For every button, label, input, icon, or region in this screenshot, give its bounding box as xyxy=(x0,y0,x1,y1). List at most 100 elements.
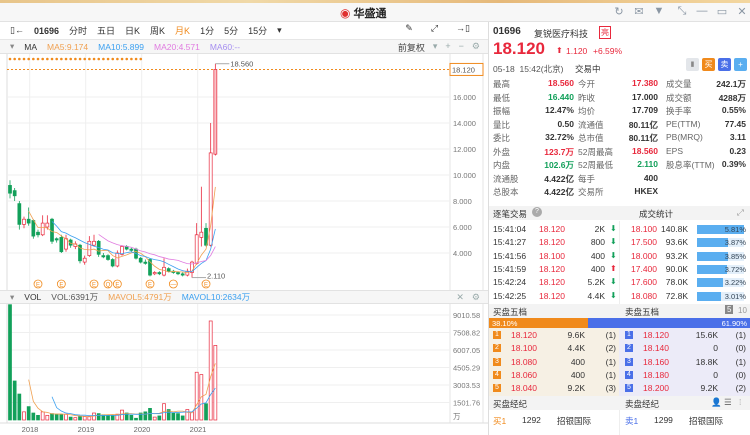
person-icon[interactable]: 👤 xyxy=(711,397,722,408)
volume-axis-label: 7508.82 xyxy=(453,329,480,338)
help-icon[interactable]: ? xyxy=(532,207,542,217)
dropdown-icon[interactable]: ▾ xyxy=(10,41,14,52)
kline-chart[interactable]: 16.000 14.000 12.000 10.000 8.000 6.000 4.000 2… xyxy=(0,0,488,435)
tab-period[interactable]: 周K xyxy=(150,24,165,37)
grid-view-icon[interactable]: ⁞ xyxy=(739,397,741,407)
gear-icon[interactable]: ⚙ xyxy=(472,292,480,303)
stat-label: 均价 xyxy=(578,106,596,116)
fullscreen-icon[interactable]: ⤢ xyxy=(431,23,438,34)
event-glyph: E xyxy=(204,283,208,289)
candle-body xyxy=(106,255,110,260)
dividend-marker xyxy=(78,57,82,61)
dropdown-icon[interactable]: ▾ xyxy=(10,292,14,303)
buy-book-title: 买盘五档 xyxy=(493,307,528,317)
add-watchlist-button[interactable]: + xyxy=(734,58,747,71)
event-glyph: E xyxy=(148,283,152,289)
tab-trade-stats[interactable]: 成交统计 xyxy=(639,208,673,220)
vol-tools: ✕ ⚙ xyxy=(456,292,480,303)
minus-icon[interactable]: − xyxy=(459,41,464,54)
buy-volume: 9.2K xyxy=(567,383,586,394)
stat-label: 总市值 xyxy=(578,133,604,143)
expand-panel-icon[interactable]: →▯ xyxy=(456,23,470,34)
volume-bar xyxy=(208,320,213,421)
tab-period[interactable]: 分时 xyxy=(69,24,87,37)
tab-period[interactable]: 日K xyxy=(125,24,140,37)
volume-bar xyxy=(106,414,110,421)
depth-10-toggle[interactable]: 10 xyxy=(738,306,747,315)
sell-button[interactable]: 卖 xyxy=(718,58,731,71)
buy-price: 18.100 xyxy=(511,343,537,354)
shrink-icon[interactable]: ⤡ xyxy=(675,5,689,18)
plus-icon[interactable]: + xyxy=(445,41,450,54)
trading-status: 交易中 xyxy=(575,64,601,74)
sell-volume: 15.6K xyxy=(695,330,718,340)
collapse-icon[interactable]: ▯← xyxy=(10,25,24,36)
candle-body xyxy=(26,218,31,224)
arrow-down-icon: ⬇ xyxy=(610,224,617,233)
ma-indicator-row: ▾ MA MA5:9.174 MA10:5.899 MA20:4.571 MA6… xyxy=(0,40,488,54)
stat-value: 17.000 xyxy=(632,91,658,102)
tab-period[interactable]: 五日 xyxy=(97,24,115,37)
close-icon[interactable]: ✕ xyxy=(735,5,749,18)
event-glyph: E xyxy=(115,283,119,289)
candle-body xyxy=(8,185,12,194)
dividend-marker xyxy=(69,57,73,61)
pencil-icon[interactable]: ✎ xyxy=(405,23,413,34)
dividend-marker xyxy=(74,57,77,61)
close-icon[interactable]: ✕ xyxy=(456,292,464,303)
tab-period[interactable]: 1分 xyxy=(200,24,214,37)
stat-label: 52周最低 xyxy=(578,160,613,170)
dividend-marker xyxy=(50,57,54,61)
candle-body xyxy=(17,203,22,225)
quote-panel: 01696 复锐医疗科技亮 18.120 ⬆ 1.120 +6.59% 05-18 15:4… xyxy=(488,22,750,435)
stat-value: 32.72% xyxy=(545,132,574,142)
ma-label[interactable]: MA xyxy=(24,42,37,52)
buy-level-badge: 5 xyxy=(493,384,501,393)
current-price-label: 18.120 xyxy=(452,65,475,74)
dividend-marker xyxy=(102,57,105,61)
list-view-icon[interactable]: ☰ xyxy=(724,397,732,408)
tab-trades[interactable]: 逐笔交易 xyxy=(493,208,527,220)
sell-count: (2) xyxy=(735,383,746,394)
candle-body xyxy=(92,240,96,246)
tab-period[interactable]: 5分 xyxy=(224,24,238,37)
buy-count: (1) xyxy=(605,330,616,340)
buy-button[interactable]: 买 xyxy=(702,58,715,71)
volume-bar xyxy=(78,416,82,421)
chevron-down-icon[interactable]: ▾ xyxy=(433,41,438,54)
shirt-icon[interactable]: ▼ xyxy=(652,5,666,17)
adjust-select[interactable]: 前复权 xyxy=(398,41,425,54)
buy-count: (2) xyxy=(605,343,616,354)
stat-value: 123.7万 xyxy=(544,146,574,157)
chevron-down-icon[interactable]: ▾ xyxy=(277,25,282,36)
vol-label[interactable]: VOL xyxy=(24,292,41,302)
event-glyph: E xyxy=(36,283,40,289)
tab-period[interactable]: 15分 xyxy=(248,24,267,37)
price-axis-label: 14.000 xyxy=(453,119,476,128)
event-glyph: Q xyxy=(106,283,111,289)
sell-count: (1) xyxy=(735,330,746,340)
mail-icon[interactable]: ✉ xyxy=(632,5,646,18)
dividend-marker xyxy=(22,57,26,61)
expand-icon[interactable]: ⤢ xyxy=(737,207,744,218)
volume-bar xyxy=(8,304,12,421)
tab-period[interactable]: 月K xyxy=(175,24,190,37)
gear-icon[interactable]: ⚙ xyxy=(472,41,480,54)
sell-level-badge: 1 xyxy=(625,331,633,339)
volume-bar xyxy=(17,393,22,421)
candle-body xyxy=(199,231,204,238)
lock-icon[interactable]: ▮ xyxy=(686,58,699,71)
depth-5-toggle[interactable]: 5 xyxy=(725,305,734,314)
volume-bar xyxy=(26,406,31,421)
stat-price: 18.000 xyxy=(631,250,657,261)
dividend-marker xyxy=(55,57,58,61)
buy-book-bg xyxy=(489,328,619,396)
volume-bar xyxy=(171,412,176,421)
stat-value: 400 xyxy=(643,172,658,183)
maximize-icon[interactable]: ▭ xyxy=(715,5,729,18)
sell-price: 18.160 xyxy=(643,356,669,367)
ma60-value: MA60:-- xyxy=(209,41,241,52)
minimize-icon[interactable]: — xyxy=(695,5,709,17)
ma5-value: MA5:9.174 xyxy=(47,41,89,52)
refresh-icon[interactable]: ↻ xyxy=(612,5,626,18)
